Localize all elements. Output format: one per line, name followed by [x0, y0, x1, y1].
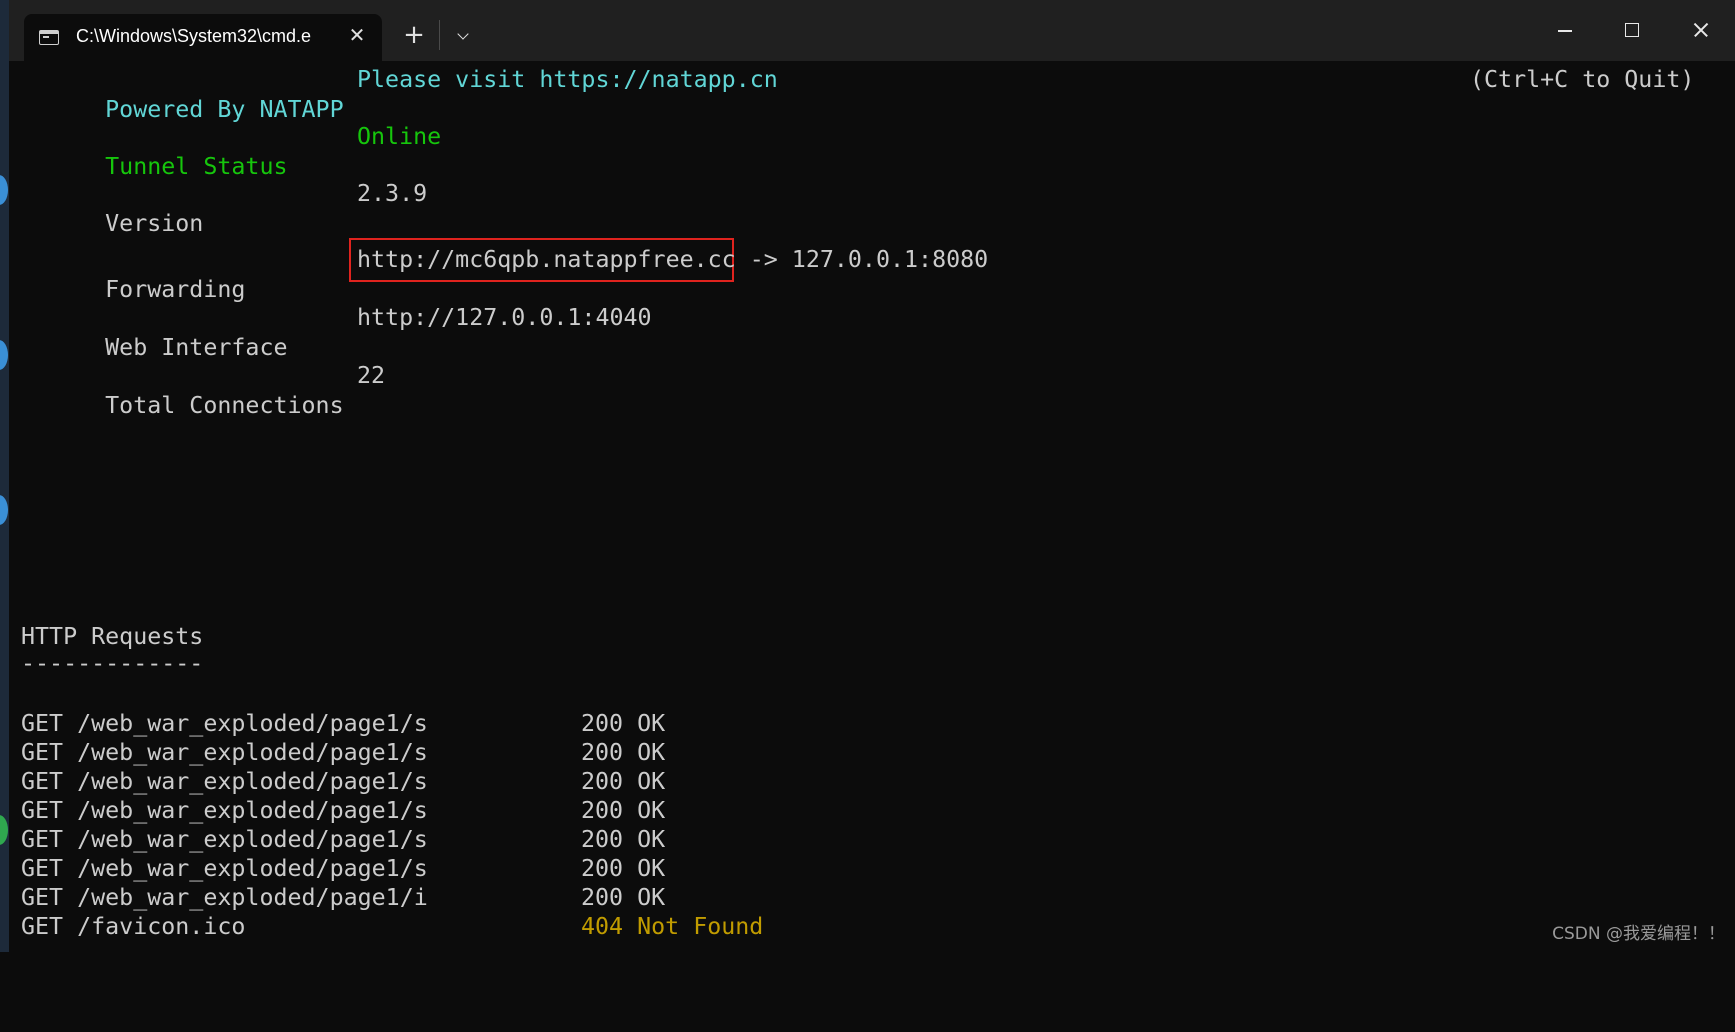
- request-row: GET /web_war_exploded/page1/s 200 OK: [21, 738, 665, 768]
- request-status: 200 OK: [581, 768, 666, 795]
- new-tab-button[interactable]: +: [399, 20, 429, 50]
- request-path: GET /web_war_exploded/page1/s: [21, 768, 428, 795]
- forwarding-value: http://mc6qpb.natappfree.cc -> 127.0.0.1…: [357, 245, 988, 275]
- title-bar: C:\Windows\System32\cmd.e ✕ +: [9, 0, 1735, 61]
- maximize-button[interactable]: [1609, 10, 1655, 50]
- http-requests-title: HTTP Requests: [21, 623, 204, 650]
- request-path: GET /web_war_exploded/page1/s: [21, 797, 428, 824]
- request-path: GET /web_war_exploded/page1/s: [21, 826, 428, 853]
- request-row: GET /web_war_exploded/page1/s 200 OK: [21, 709, 665, 739]
- terminal-window: C:\Windows\System32\cmd.e ✕ + Powered By…: [0, 0, 1735, 952]
- watermark: CSDN @我爱编程！！: [1552, 924, 1725, 944]
- request-path: GET /web_war_exploded/page1/s: [21, 710, 428, 737]
- tab-title: C:\Windows\System32\cmd.e: [76, 26, 312, 46]
- version-value: 2.3.9: [357, 180, 428, 207]
- web-interface-value[interactable]: http://127.0.0.1:4040: [357, 303, 652, 333]
- terminal-output[interactable]: Powered By NATAPP Please visit https://n…: [21, 61, 1721, 952]
- visit-text: Please visit https://natapp.cn: [357, 66, 778, 93]
- forwarding-label: Forwarding: [105, 276, 246, 303]
- tunnel-status-line: Tunnel Status Online: [21, 122, 441, 180]
- quit-hint: (Ctrl+C to Quit): [1470, 66, 1695, 93]
- forwarding-target: -> 127.0.0.1:8080: [735, 246, 989, 273]
- terminal-icon: [39, 30, 59, 45]
- chevron-down-icon[interactable]: [449, 22, 479, 50]
- web-interface-label: Web Interface: [105, 334, 288, 361]
- desktop-edge: [0, 0, 9, 952]
- request-row: GET /web_war_exploded/page1/i 200 OK: [21, 883, 665, 913]
- total-connections-line: Total Connections 22: [21, 361, 385, 419]
- total-connections-value: 22: [357, 362, 386, 389]
- request-path: GET /favicon.ico: [21, 913, 246, 940]
- header-line: Powered By NATAPP Please visit https://n…: [21, 65, 1694, 123]
- close-window-button[interactable]: [1677, 10, 1723, 50]
- request-row: GET /web_war_exploded/page1/s 200 OK: [21, 825, 665, 855]
- request-row: GET /favicon.ico 404 Not Found: [21, 912, 763, 942]
- title-bar-divider: [439, 20, 440, 50]
- request-status: 200 OK: [581, 855, 666, 882]
- request-status: 200 OK: [581, 797, 666, 824]
- request-row: GET /web_war_exploded/page1/s 200 OK: [21, 854, 665, 884]
- tunnel-status-label: Tunnel Status: [105, 153, 288, 180]
- request-status: 200 OK: [581, 710, 666, 737]
- total-connections-label: Total Connections: [105, 392, 344, 419]
- desktop-icon-fragment: [0, 495, 8, 525]
- powered-by-text: Powered By NATAPP: [105, 96, 344, 123]
- request-path: GET /web_war_exploded/page1/s: [21, 855, 428, 882]
- tunnel-status-value: Online: [357, 123, 442, 150]
- forwarding-line: Forwarding http://mc6qpb.natappfree.cc -…: [21, 245, 988, 303]
- version-label: Version: [105, 210, 204, 237]
- tab-cmd[interactable]: C:\Windows\System32\cmd.e ✕: [24, 14, 382, 61]
- request-row: GET /web_war_exploded/page1/s 200 OK: [21, 767, 665, 797]
- request-status: 404 Not Found: [581, 913, 764, 940]
- minimize-button[interactable]: [1542, 10, 1588, 50]
- request-row: GET /web_war_exploded/page1/s 200 OK: [21, 796, 665, 826]
- desktop-icon-fragment: [0, 340, 8, 370]
- version-line: Version 2.3.9: [21, 179, 427, 237]
- web-interface-line: Web Interface http://127.0.0.1:4040: [21, 303, 651, 361]
- request-status: 200 OK: [581, 826, 666, 853]
- request-path: GET /web_war_exploded/page1/s: [21, 739, 428, 766]
- request-status: 200 OK: [581, 739, 666, 766]
- request-status: 200 OK: [581, 884, 666, 911]
- close-tab-icon[interactable]: ✕: [346, 24, 368, 46]
- desktop-icon-fragment: [0, 815, 8, 845]
- desktop-icon-fragment: [0, 175, 8, 205]
- http-requests-rule: -------------: [21, 650, 204, 677]
- request-path: GET /web_war_exploded/page1/i: [21, 884, 428, 911]
- forwarding-url[interactable]: http://mc6qpb.natappfree.cc: [357, 246, 736, 273]
